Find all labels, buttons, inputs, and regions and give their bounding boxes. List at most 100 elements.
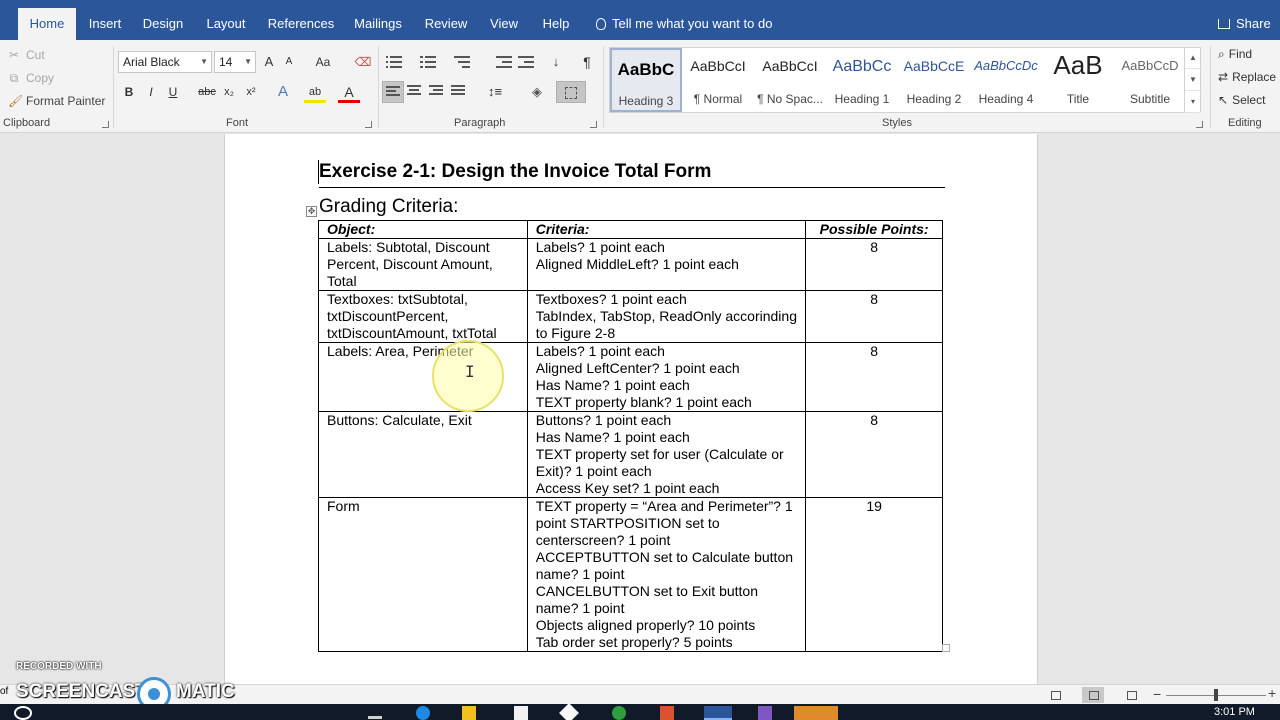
font-launcher-icon[interactable] <box>365 121 372 128</box>
clear-formatting-button[interactable]: ⌫ <box>352 51 374 73</box>
store-icon[interactable] <box>514 706 528 720</box>
style-heading-4[interactable]: AaBbCcDc Heading 4 <box>970 48 1042 112</box>
clipboard-launcher-icon[interactable] <box>102 121 109 128</box>
paragraph-launcher-icon[interactable] <box>590 121 597 128</box>
tab-review[interactable]: Review <box>422 8 470 40</box>
increase-indent-icon[interactable] <box>518 56 534 68</box>
criteria-cell[interactable]: Buttons? 1 point each Has Name? 1 point … <box>526 411 807 498</box>
style-no-spacing[interactable]: AaBbCcI ¶ No Spac... <box>754 48 826 112</box>
grading-table[interactable]: Object: Criteria: Possible Points: Label… <box>318 220 943 652</box>
decrease-indent-icon[interactable] <box>496 56 512 68</box>
criteria-cell[interactable]: Textboxes? 1 point each TabIndex, TabSto… <box>526 290 807 343</box>
zoom-slider-thumb[interactable] <box>1214 689 1218 701</box>
chevron-up-icon[interactable]: ▲ <box>1185 47 1201 69</box>
copy-button[interactable]: ⧉ Copy <box>8 71 54 86</box>
font-name-combo[interactable]: Arial Black ▼ <box>118 51 212 73</box>
screencast-app-icon[interactable] <box>794 706 838 720</box>
zoom-in-button[interactable]: + <box>1268 685 1276 701</box>
font-color-button[interactable]: A <box>338 81 360 103</box>
shrink-font-button[interactable]: A <box>278 51 300 73</box>
line-spacing-button[interactable]: ↕≡ <box>480 81 510 103</box>
find-button[interactable]: ⌕ Find <box>1218 47 1252 62</box>
format-painter-button[interactable]: 🖌 Format Painter <box>8 94 105 108</box>
object-cell[interactable]: Buttons: Calculate, Exit <box>318 411 528 498</box>
style-subtitle[interactable]: AaBbCcD Subtitle <box>1114 48 1186 112</box>
grading-criteria-heading[interactable]: Grading Criteria: <box>319 196 458 218</box>
taskbar-clock[interactable]: 3:01 PM <box>1214 706 1255 718</box>
italic-button[interactable]: I <box>140 81 162 103</box>
shading-button[interactable]: ◈ <box>522 81 552 103</box>
multilevel-list-icon[interactable] <box>454 56 470 68</box>
select-button[interactable]: ↖ Select <box>1218 93 1265 107</box>
object-cell[interactable]: Form <box>318 497 528 652</box>
edge-icon[interactable] <box>416 706 430 720</box>
points-cell[interactable]: 8 <box>805 342 943 412</box>
points-cell[interactable]: 8 <box>805 411 943 498</box>
points-cell[interactable]: 8 <box>805 290 943 343</box>
chrome-icon[interactable] <box>612 706 626 720</box>
zoom-out-button[interactable]: − <box>1153 686 1161 702</box>
search-icon[interactable] <box>14 706 32 720</box>
tab-layout[interactable]: Layout <box>202 8 250 40</box>
share-button[interactable]: Share <box>1218 8 1271 40</box>
criteria-cell[interactable]: Labels? 1 point each Aligned MiddleLeft?… <box>526 238 807 291</box>
app-icon[interactable] <box>559 704 579 720</box>
align-center-button[interactable] <box>404 81 426 103</box>
styles-launcher-icon[interactable] <box>1196 121 1203 128</box>
points-cell[interactable]: 19 <box>805 497 943 652</box>
align-right-button[interactable] <box>426 81 448 103</box>
borders-button[interactable] <box>556 81 586 103</box>
style-heading-2[interactable]: AaBbCcE Heading 2 <box>898 48 970 112</box>
print-layout-button[interactable] <box>1082 687 1104 703</box>
align-left-button[interactable] <box>382 81 404 103</box>
style-heading-1[interactable]: AaBbCc Heading 1 <box>826 48 898 112</box>
chevron-down-icon[interactable]: ▼ <box>1185 69 1201 91</box>
document-title[interactable]: Exercise 2-1: Design the Invoice Total F… <box>319 160 945 188</box>
tab-mailings[interactable]: Mailings <box>350 8 406 40</box>
tab-help[interactable]: Help <box>538 8 574 40</box>
windows-taskbar: 3:01 PM <box>0 704 1280 720</box>
numbering-icon[interactable] <box>420 56 436 68</box>
subscript-button[interactable]: x₂ <box>218 81 240 103</box>
tell-me-box[interactable]: Tell me what you want to do <box>596 8 772 40</box>
task-view-icon[interactable] <box>368 716 382 719</box>
tab-references[interactable]: References <box>266 8 336 40</box>
tab-design[interactable]: Design <box>140 8 186 40</box>
grow-font-button[interactable]: A <box>258 51 280 73</box>
read-mode-button[interactable] <box>1044 687 1066 703</box>
object-cell[interactable]: Textboxes: txtSubtotal, txtDiscountPerce… <box>318 290 528 343</box>
sort-icon[interactable]: ↓ <box>545 51 567 73</box>
strikethrough-button[interactable]: abc <box>196 81 218 103</box>
web-layout-button[interactable] <box>1120 687 1142 703</box>
underline-button[interactable]: U <box>162 81 184 103</box>
justify-button[interactable] <box>448 81 470 103</box>
style-heading-3[interactable]: AaBbC Heading 3 <box>610 48 682 112</box>
replace-button[interactable]: ⇄ Replace <box>1218 70 1276 84</box>
criteria-cell[interactable]: TEXT property = “Area and Perimeter”? 1 … <box>526 497 807 652</box>
show-marks-button[interactable]: ¶ <box>576 51 598 73</box>
text-effects-button[interactable]: A <box>272 81 294 103</box>
word-icon[interactable] <box>704 706 732 720</box>
change-case-button[interactable]: Aa <box>308 51 338 73</box>
bullets-icon[interactable] <box>386 56 402 68</box>
bold-button[interactable]: B <box>118 81 140 103</box>
visual-studio-icon[interactable] <box>758 706 772 720</box>
style-normal[interactable]: AaBbCcI ¶ Normal <box>682 48 754 112</box>
criteria-cell[interactable]: Labels? 1 point each Aligned LeftCenter?… <box>526 342 807 412</box>
object-cell[interactable]: Labels: Subtotal, Discount Percent, Disc… <box>318 238 528 291</box>
more-styles-icon[interactable]: ▾ <box>1185 91 1201 113</box>
table-move-handle-icon[interactable]: ✥ <box>306 206 317 217</box>
line-spacing-icon: ↕≡ <box>487 84 503 99</box>
cut-button[interactable]: ✂ Cut <box>8 48 45 62</box>
table-resize-handle[interactable] <box>942 644 950 652</box>
tab-view[interactable]: View <box>486 8 522 40</box>
style-title[interactable]: AaB Title <box>1042 48 1114 112</box>
tab-home[interactable]: Home <box>18 8 76 40</box>
app-icon[interactable] <box>660 706 674 720</box>
highlight-button[interactable]: ab <box>304 81 326 103</box>
font-size-combo[interactable]: 14 ▼ <box>214 51 256 73</box>
file-explorer-icon[interactable] <box>462 706 476 720</box>
tab-insert[interactable]: Insert <box>84 8 126 40</box>
superscript-button[interactable]: x² <box>240 81 262 103</box>
points-cell[interactable]: 8 <box>805 238 943 291</box>
